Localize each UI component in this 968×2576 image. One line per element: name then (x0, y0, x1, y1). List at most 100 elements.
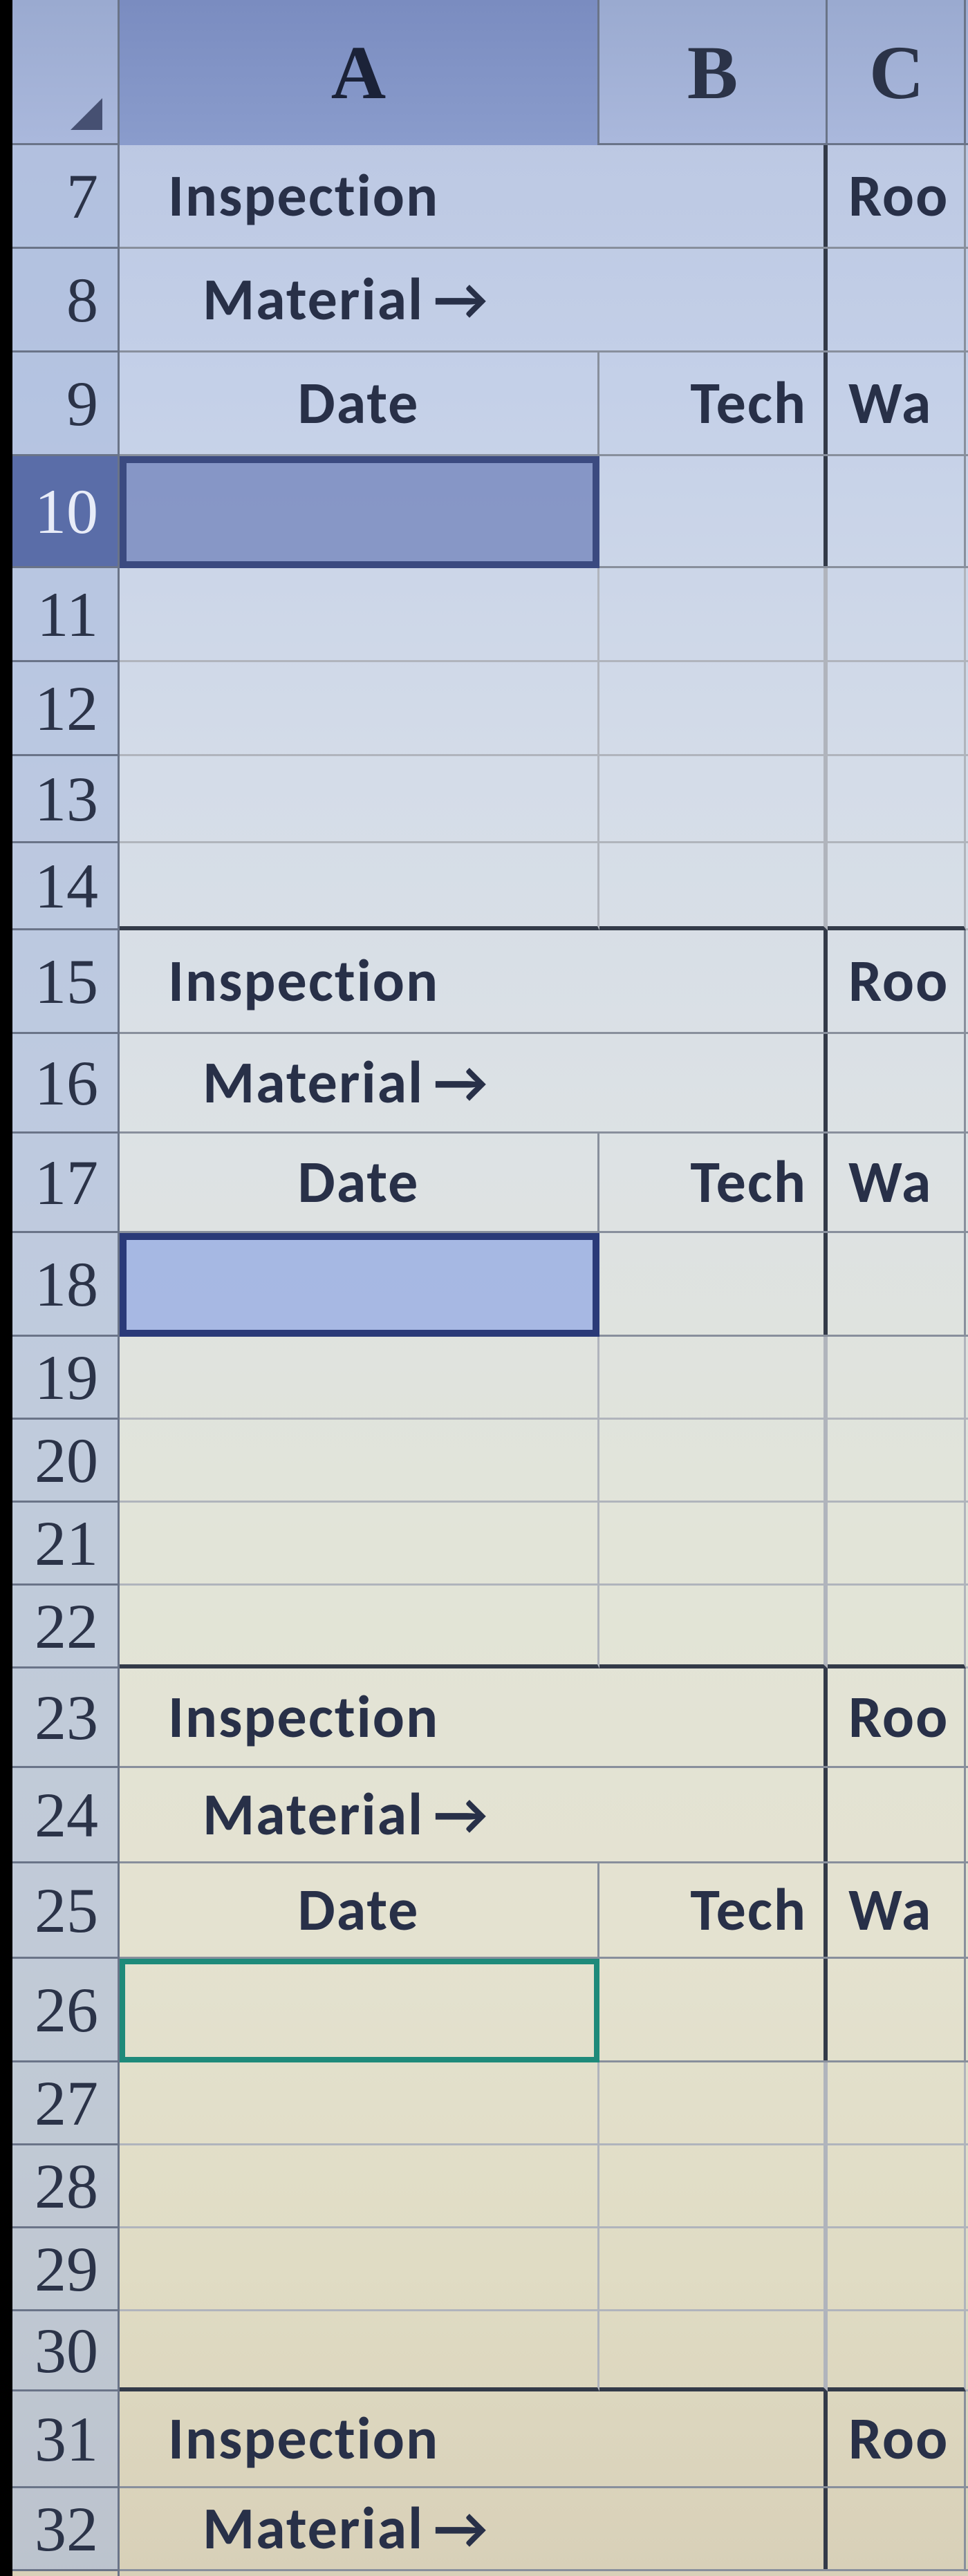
cell-29-a[interactable] (120, 2228, 599, 2309)
cell-7-room[interactable]: Roo (828, 145, 966, 247)
cell-9-tech[interactable]: Tech (599, 352, 828, 454)
cell-31-room[interactable]: Roo (828, 2391, 966, 2486)
cell-13-b[interactable] (599, 756, 828, 841)
cell-27-c[interactable] (828, 2062, 966, 2143)
cell-20-b[interactable] (599, 1420, 828, 1501)
cell-10-b[interactable] (599, 456, 828, 566)
cell-32-material[interactable]: Material→ (120, 2488, 828, 2569)
cell-30-a[interactable] (120, 2311, 599, 2391)
row-header-15[interactable]: 15 (12, 930, 118, 1034)
cell-18-c[interactable] (828, 1233, 966, 1335)
row-header-22[interactable]: 22 (12, 1586, 118, 1668)
row-header-31[interactable]: 31 (12, 2391, 118, 2488)
cell-25-tech[interactable]: Tech (599, 1863, 828, 1957)
row-header-12[interactable]: 12 (12, 662, 118, 756)
cell-9-wa[interactable]: Wa (828, 352, 966, 454)
cell-31-inspection[interactable]: Inspection (120, 2391, 828, 2486)
cell-29-b[interactable] (599, 2228, 828, 2309)
cell-28-b[interactable] (599, 2145, 828, 2226)
cell-11-a[interactable] (120, 568, 599, 660)
cell-27-a[interactable] (120, 2062, 599, 2143)
row-header-18[interactable]: 18 (12, 1233, 118, 1337)
cell-28-a[interactable] (120, 2145, 599, 2226)
cell-25-date[interactable]: Date (120, 1863, 599, 1957)
cell-15-inspection[interactable]: Inspection (120, 930, 828, 1032)
cell-30-b[interactable] (599, 2311, 828, 2391)
row-header-10[interactable]: 10 (12, 456, 118, 568)
cell-13-c[interactable] (828, 756, 966, 841)
cell-17-wa[interactable]: Wa (828, 1134, 966, 1231)
cell-26-c[interactable] (828, 1959, 966, 2060)
cell-20-c[interactable] (828, 1420, 966, 1501)
cell-24-c[interactable] (828, 1768, 966, 1861)
cell-18-b[interactable] (599, 1233, 828, 1335)
cell-9-date[interactable]: Date (120, 352, 599, 454)
cell-19-c[interactable] (828, 1337, 966, 1418)
cell-17-tech[interactable]: Tech (599, 1134, 828, 1231)
row-header-7[interactable]: 7 (12, 145, 118, 249)
cell-8-c[interactable] (828, 249, 966, 350)
cell-16-material[interactable]: Material→ (120, 1034, 828, 1131)
cell-23-inspection[interactable]: Inspection (120, 1668, 828, 1766)
cell-24-material[interactable]: Material→ (120, 1768, 828, 1861)
row-header-14[interactable]: 14 (12, 843, 118, 930)
row-header-8[interactable]: 8 (12, 249, 118, 352)
cell-22-a[interactable] (120, 1586, 599, 1668)
cell-14-b[interactable] (599, 843, 828, 930)
cell-29-c[interactable] (828, 2228, 966, 2309)
cell-12-c[interactable] (828, 662, 966, 754)
select-all-corner[interactable] (12, 0, 120, 145)
cell-25-wa[interactable]: Wa (828, 1863, 966, 1957)
row-header-25[interactable]: 25 (12, 1863, 118, 1959)
row-header-13[interactable]: 13 (12, 756, 118, 843)
cell-21-b[interactable] (599, 1503, 828, 1583)
cell-15-room[interactable]: Roo (828, 930, 966, 1032)
cell-22-c[interactable] (828, 1586, 966, 1668)
cell-13-a[interactable] (120, 756, 599, 841)
cell-32-c[interactable] (828, 2488, 966, 2569)
cell-28-c[interactable] (828, 2145, 966, 2226)
row-header-24[interactable]: 24 (12, 1768, 118, 1863)
cell-27-b[interactable] (599, 2062, 828, 2143)
cell-26-a[interactable] (120, 1959, 599, 2060)
cell-19-a[interactable] (120, 1337, 599, 1418)
cell-14-c[interactable] (828, 843, 966, 930)
cell-11-c[interactable] (828, 568, 966, 660)
cell-19-b[interactable] (599, 1337, 828, 1418)
cell-17-date[interactable]: Date (120, 1134, 599, 1231)
cell-11-b[interactable] (599, 568, 828, 660)
row-header-27[interactable]: 27 (12, 2062, 118, 2145)
row-header-29[interactable]: 29 (12, 2228, 118, 2311)
cell-12-b[interactable] (599, 662, 828, 754)
cell-23-room[interactable]: Roo (828, 1668, 966, 1766)
cell-21-c[interactable] (828, 1503, 966, 1583)
row-header-30[interactable]: 30 (12, 2311, 118, 2391)
row-header-21[interactable]: 21 (12, 1503, 118, 1586)
row-header-20[interactable]: 20 (12, 1420, 118, 1503)
row-header-17[interactable]: 17 (12, 1134, 118, 1233)
column-header-a[interactable]: A (120, 0, 599, 145)
cell-20-a[interactable] (120, 1420, 599, 1501)
cell-12-a[interactable] (120, 662, 599, 754)
cell-30-c[interactable] (828, 2311, 966, 2391)
cell-10-c[interactable] (828, 456, 966, 566)
cell-7-inspection[interactable]: Inspection (120, 145, 828, 247)
row-header-16[interactable]: 16 (12, 1034, 118, 1134)
cell-26-b[interactable] (599, 1959, 828, 2060)
row-header-19[interactable]: 19 (12, 1337, 118, 1420)
row-header-11[interactable]: 11 (12, 568, 118, 662)
column-header-c[interactable]: C (828, 0, 966, 145)
row-header-32[interactable]: 32 (12, 2488, 118, 2571)
row-header-9[interactable]: 9 (12, 352, 118, 456)
cell-14-a[interactable] (120, 843, 599, 930)
cell-22-b[interactable] (599, 1586, 828, 1668)
cell-8-material[interactable]: Material→ (120, 249, 828, 350)
cell-21-a[interactable] (120, 1503, 599, 1583)
row-header-28[interactable]: 28 (12, 2145, 118, 2228)
cell-10-a[interactable] (120, 456, 599, 566)
row-header-23[interactable]: 23 (12, 1668, 118, 1768)
cell-18-a[interactable] (120, 1233, 599, 1335)
row-header-26[interactable]: 26 (12, 1959, 118, 2062)
column-header-b[interactable]: B (599, 0, 828, 145)
cell-16-c[interactable] (828, 1034, 966, 1131)
